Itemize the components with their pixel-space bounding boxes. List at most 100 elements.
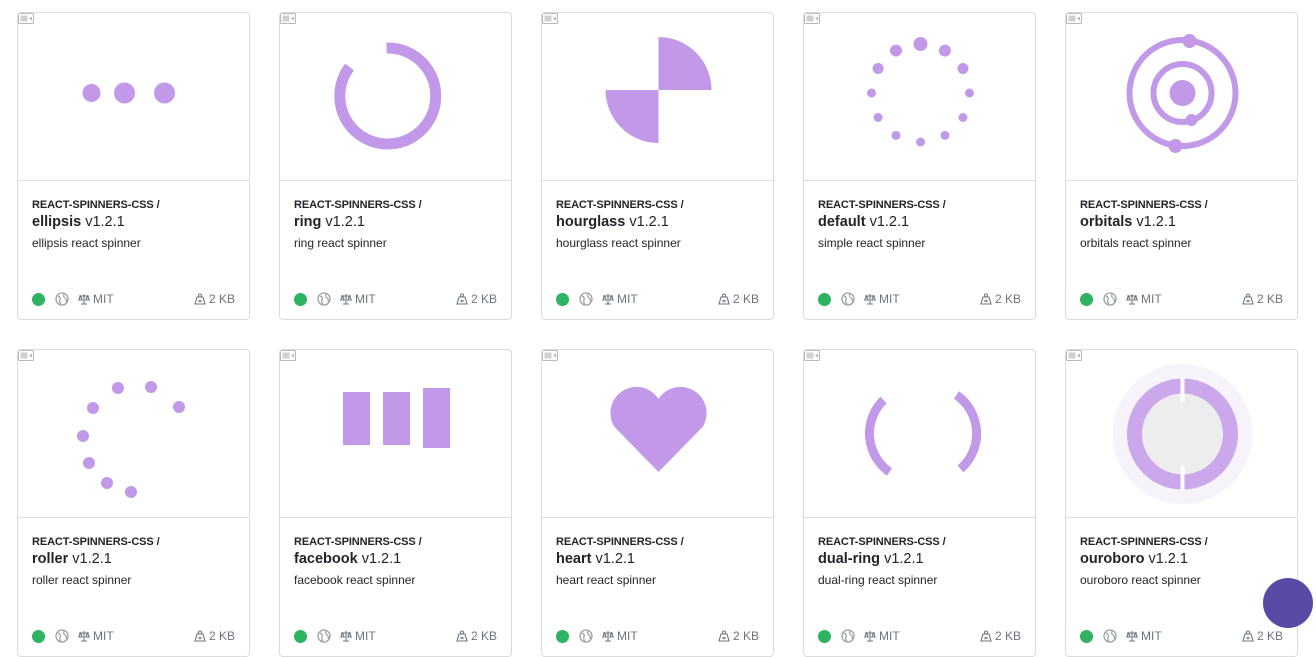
component-name[interactable]: ellipsis: [32, 214, 81, 230]
status-dot: [1080, 293, 1093, 306]
component-title[interactable]: hourglass v1.2.1: [556, 214, 759, 230]
globe-icon: [841, 629, 855, 643]
weight-icon: [1242, 293, 1254, 305]
orbit-core: [1169, 80, 1196, 106]
component-description: heart react spinner: [556, 573, 657, 587]
component-description: dual-ring react spinner: [818, 573, 938, 587]
spinner-preview[interactable]: [18, 13, 249, 181]
default-dot: [965, 88, 974, 98]
component-card-hourglass[interactable]: REACT-SPINNERS-CSS / hourglass v1.2.1 ho…: [541, 12, 774, 320]
license-label: MIT: [1141, 292, 1162, 306]
component-card-ellipsis[interactable]: REACT-SPINNERS-CSS / ellipsis v1.2.1 ell…: [17, 12, 250, 320]
card-info: REACT-SPINNERS-CSS / facebook v1.2.1 fac…: [294, 536, 497, 587]
weight-icon: [1242, 630, 1254, 642]
video-icon[interactable]: [280, 350, 296, 361]
component-name[interactable]: roller: [32, 551, 68, 567]
license-badge: MIT: [864, 292, 900, 306]
video-icon[interactable]: [804, 350, 820, 361]
component-version: v1.2.1: [1148, 551, 1188, 567]
video-icon[interactable]: [1066, 350, 1082, 361]
spinner-preview[interactable]: [804, 13, 1035, 181]
chat-bubble-button[interactable]: [1263, 578, 1313, 628]
scope-label[interactable]: REACT-SPINNERS-CSS /: [1080, 199, 1283, 211]
card-info: REACT-SPINNERS-CSS / default v1.2.1 simp…: [818, 199, 1021, 250]
spinner-preview[interactable]: [280, 350, 511, 518]
ellipsis-dot: [154, 82, 175, 104]
component-title[interactable]: facebook v1.2.1: [294, 551, 497, 567]
license-badge: MIT: [1126, 629, 1162, 643]
ellipsis-spinner-graphic: [82, 82, 175, 104]
spinner-preview[interactable]: [1066, 13, 1297, 181]
video-icon[interactable]: [280, 13, 296, 24]
component-name[interactable]: hourglass: [556, 214, 625, 230]
weight-icon: [194, 293, 206, 305]
component-name[interactable]: orbitals: [1080, 214, 1132, 230]
scope-label[interactable]: REACT-SPINNERS-CSS /: [556, 199, 759, 211]
video-icon[interactable]: [18, 350, 34, 361]
spinner-preview[interactable]: [804, 350, 1035, 518]
component-title[interactable]: dual-ring v1.2.1: [818, 551, 1021, 567]
scope-label[interactable]: REACT-SPINNERS-CSS /: [818, 536, 1021, 548]
component-card-orbitals[interactable]: REACT-SPINNERS-CSS / orbitals v1.2.1 orb…: [1065, 12, 1298, 320]
component-title[interactable]: heart v1.2.1: [556, 551, 759, 567]
scope-label[interactable]: REACT-SPINNERS-CSS /: [32, 536, 235, 548]
spinner-preview[interactable]: [542, 350, 773, 518]
component-title[interactable]: default v1.2.1: [818, 214, 1021, 230]
scope-label[interactable]: REACT-SPINNERS-CSS /: [556, 536, 759, 548]
component-title[interactable]: ouroboro v1.2.1: [1080, 551, 1283, 567]
license-badge: MIT: [340, 292, 376, 306]
component-card-heart[interactable]: REACT-SPINNERS-CSS / heart v1.2.1 heart …: [541, 349, 774, 657]
weight-icon: [456, 293, 468, 305]
component-title[interactable]: orbitals v1.2.1: [1080, 214, 1283, 230]
status-dot: [32, 630, 45, 643]
globe-icon: [55, 292, 69, 306]
scale-icon: [1126, 631, 1138, 642]
bundle-size: 2 KB: [1242, 292, 1283, 306]
card-info: REACT-SPINNERS-CSS / orbitals v1.2.1 orb…: [1080, 199, 1283, 250]
globe-icon: [579, 292, 593, 306]
spinner-preview[interactable]: [280, 13, 511, 181]
scope-label[interactable]: REACT-SPINNERS-CSS /: [32, 199, 235, 211]
component-name[interactable]: ring: [294, 214, 321, 230]
video-icon[interactable]: [542, 13, 558, 24]
video-icon[interactable]: [18, 13, 34, 24]
component-card-dual-ring[interactable]: REACT-SPINNERS-CSS / dual-ring v1.2.1 du…: [803, 349, 1036, 657]
component-card-roller[interactable]: REACT-SPINNERS-CSS / roller v1.2.1 rolle…: [17, 349, 250, 657]
scope-label[interactable]: REACT-SPINNERS-CSS /: [818, 199, 1021, 211]
component-name[interactable]: ouroboro: [1080, 551, 1144, 567]
spinner-preview[interactable]: [542, 13, 773, 181]
component-description: roller react spinner: [32, 573, 132, 587]
component-card-ring[interactable]: REACT-SPINNERS-CSS / ring v1.2.1 ring re…: [279, 12, 512, 320]
orbitals-spinner-graphic: [1126, 34, 1239, 153]
scope-label[interactable]: REACT-SPINNERS-CSS /: [294, 199, 497, 211]
scope-label[interactable]: REACT-SPINNERS-CSS /: [294, 536, 497, 548]
component-name[interactable]: dual-ring: [818, 551, 880, 567]
video-icon[interactable]: [1066, 13, 1082, 24]
component-description: simple react spinner: [818, 236, 926, 250]
component-name[interactable]: heart: [556, 551, 591, 567]
video-icon[interactable]: [804, 13, 820, 24]
spinner-preview[interactable]: [1066, 350, 1297, 518]
component-card-facebook[interactable]: REACT-SPINNERS-CSS / facebook v1.2.1 fac…: [279, 349, 512, 657]
globe-icon: [55, 629, 69, 643]
component-card-default[interactable]: REACT-SPINNERS-CSS / default v1.2.1 simp…: [803, 12, 1036, 320]
component-title[interactable]: ellipsis v1.2.1: [32, 214, 235, 230]
component-card-ouroboro[interactable]: REACT-SPINNERS-CSS / ouroboro v1.2.1 our…: [1065, 349, 1298, 657]
scale-icon: [340, 294, 352, 305]
default-dot: [939, 44, 951, 57]
card-meta: MIT 2 KB: [1080, 629, 1283, 645]
video-icon[interactable]: [542, 350, 558, 361]
scope-label[interactable]: REACT-SPINNERS-CSS /: [1080, 536, 1283, 548]
size-label: 2 KB: [994, 292, 1021, 306]
weight-icon: [980, 630, 992, 642]
component-title[interactable]: ring v1.2.1: [294, 214, 497, 230]
size-label: 2 KB: [732, 629, 759, 643]
component-title[interactable]: roller v1.2.1: [32, 551, 235, 567]
spinner-preview[interactable]: [18, 350, 249, 518]
card-meta: MIT 2 KB: [818, 629, 1021, 645]
component-name[interactable]: default: [818, 214, 866, 230]
component-name[interactable]: facebook: [294, 551, 358, 567]
weight-icon: [718, 293, 730, 305]
size-label: 2 KB: [208, 292, 235, 306]
card-info: REACT-SPINNERS-CSS / heart v1.2.1 heart …: [556, 536, 759, 587]
